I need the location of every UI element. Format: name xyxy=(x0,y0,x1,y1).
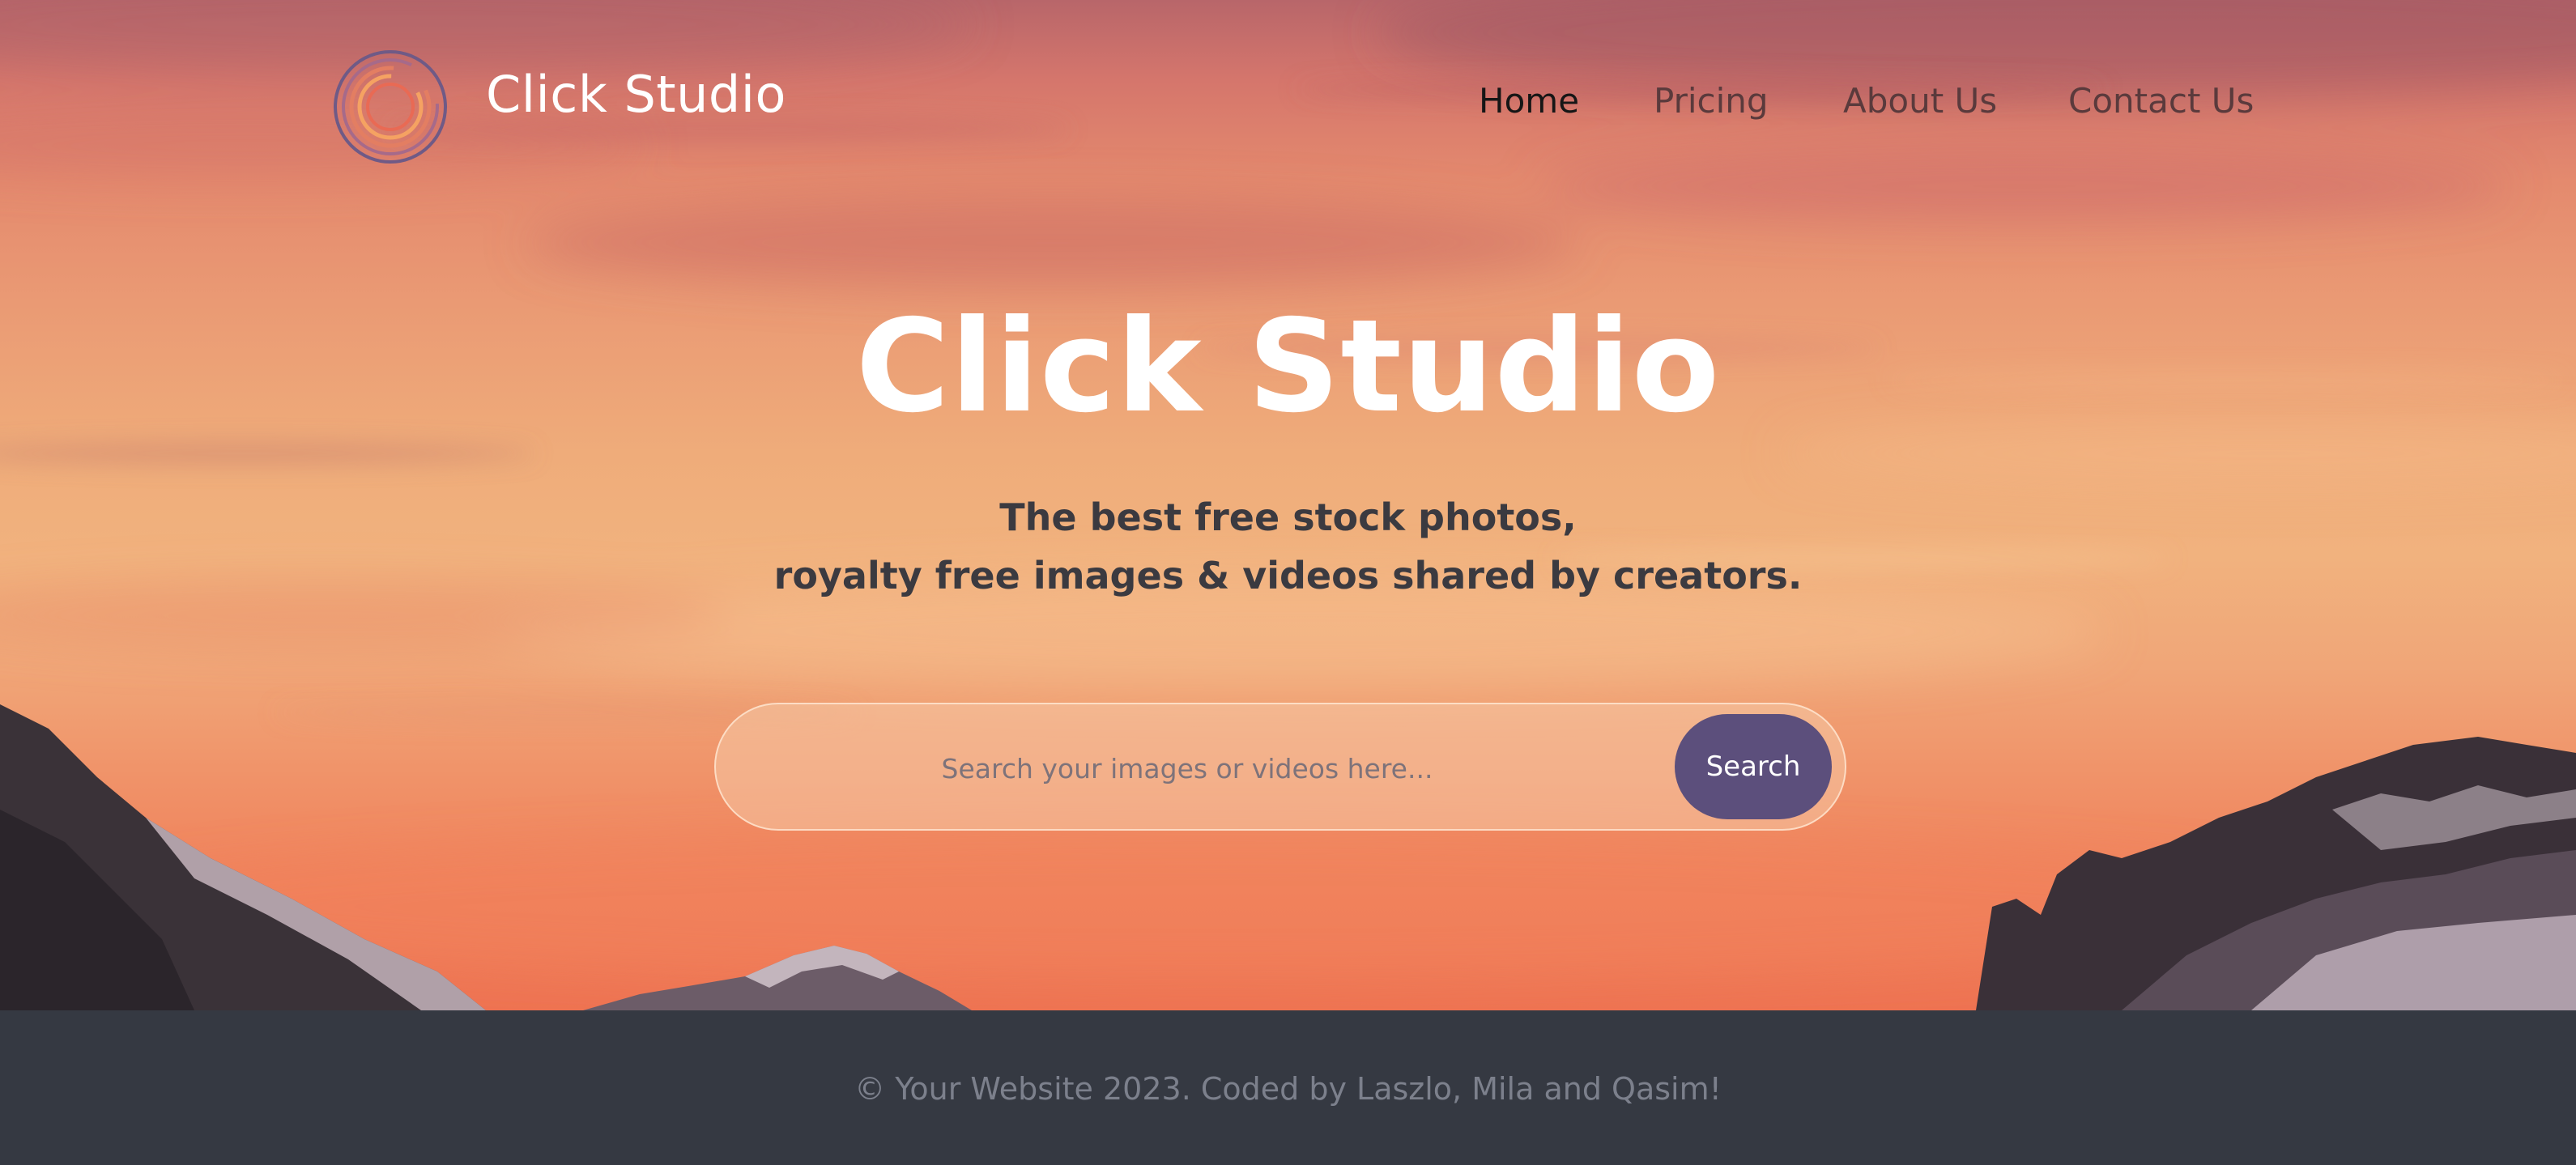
nav-pricing[interactable]: Pricing xyxy=(1654,81,1769,121)
hero-section: Click Studio Home Pricing About Us Conta… xyxy=(0,0,2576,1010)
search-bar: Search xyxy=(714,703,1846,831)
tagline-line-1: The best free stock photos, xyxy=(999,495,1577,539)
page: Click Studio Home Pricing About Us Conta… xyxy=(0,0,2576,1165)
tagline-line-2: royalty free images & videos shared by c… xyxy=(773,554,1803,597)
nav-about-us[interactable]: About Us xyxy=(1843,81,1997,121)
nav-home[interactable]: Home xyxy=(1479,81,1579,121)
nav-contact-us[interactable]: Contact Us xyxy=(2068,81,2254,121)
search-button[interactable]: Search xyxy=(1675,714,1832,819)
hero-title: Click Studio xyxy=(855,292,1721,441)
footer: © Your Website 2023. Coded by Laszlo, Mi… xyxy=(0,1010,2576,1165)
search-input[interactable] xyxy=(764,737,1610,800)
logo-icon[interactable] xyxy=(330,47,450,167)
footer-copyright: © Your Website 2023. Coded by Laszlo, Mi… xyxy=(854,1071,1722,1107)
brand-name[interactable]: Click Studio xyxy=(486,65,786,124)
